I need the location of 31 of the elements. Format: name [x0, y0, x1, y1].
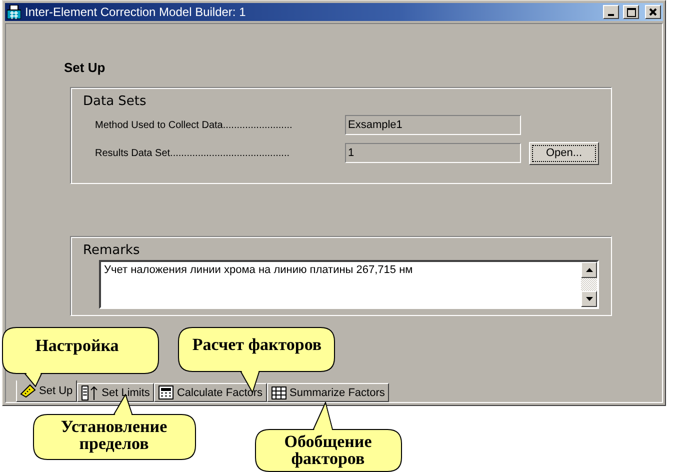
callout-text: Расчет факторов — [191, 336, 323, 353]
scroll-up-icon — [586, 268, 592, 272]
close-icon — [649, 8, 657, 16]
tab[interactable]: Set Limits — [76, 383, 154, 402]
callout-text: Установление пределов — [60, 418, 168, 452]
window-title: Inter-Element Correction Model Builder: 1 — [25, 5, 247, 19]
tab[interactable]: Summarize Factors — [266, 383, 389, 402]
grid-icon — [270, 386, 287, 400]
maximize-icon — [626, 8, 636, 16]
input-field[interactable]: Exsample1 — [345, 115, 521, 135]
field-label: Method Used to Collect Data......................... — [94, 120, 294, 130]
tab[interactable]: Calculate Factors — [154, 383, 267, 402]
field-label: Results Data Set........................................... — [94, 148, 291, 158]
calculator-icon — [158, 385, 174, 400]
ruler-icon — [20, 384, 36, 398]
input-field[interactable]: 1 — [345, 143, 521, 163]
maximize-button[interactable] — [623, 5, 639, 19]
tab[interactable]: Set Up — [16, 380, 77, 402]
list-arrow-icon — [80, 384, 99, 400]
scrollbar[interactable] — [581, 262, 597, 307]
open-button[interactable]: Open... — [529, 142, 599, 164]
scroll-down-icon — [586, 297, 592, 301]
group-title: Data Sets — [83, 94, 148, 109]
close-button[interactable] — [645, 5, 661, 19]
callout-text: Настройка — [34, 337, 120, 354]
callout-text: Обобщение факторов — [283, 433, 373, 467]
remarks-field[interactable]: Учет наложения линии хрома на линию платины 267,715 нм — [99, 260, 599, 309]
group-title: Remarks — [83, 243, 141, 258]
app-icon — [7, 5, 21, 19]
page-heading: Set Up — [64, 60, 106, 75]
minimize-button[interactable] — [603, 5, 619, 19]
